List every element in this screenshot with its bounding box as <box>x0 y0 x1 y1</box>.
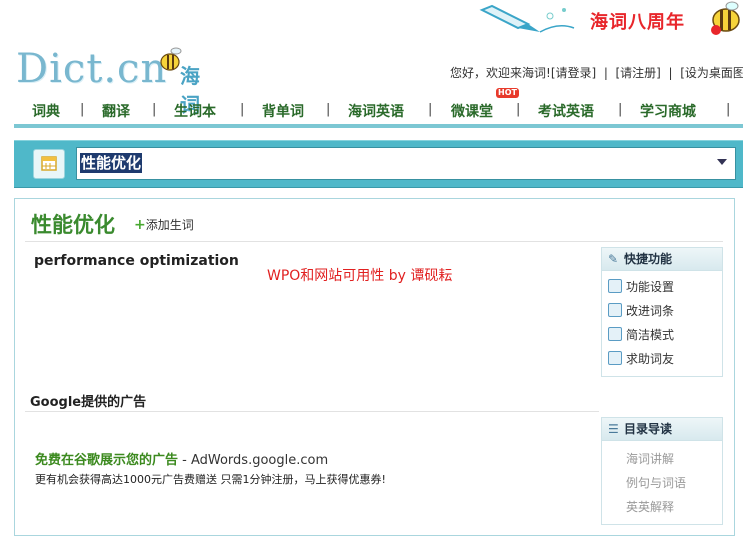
ad-description: 更有机会获得高达1000元广告费赠送 只需1分钟注册，马上获得优惠券! <box>35 473 386 486</box>
pen-illustration-icon <box>479 4 575 33</box>
divider <box>25 411 599 412</box>
quick-functions-header: ✎ 快捷功能 <box>602 248 722 271</box>
gear-icon <box>608 279 622 293</box>
logo-wordmark: Dict.cn <box>16 46 168 92</box>
search-query-text: 性能优化 <box>80 153 143 173</box>
divider <box>25 241 723 242</box>
nav-memorize[interactable]: 背单词 <box>262 101 304 121</box>
document-icon <box>608 327 622 341</box>
nav-wordbook[interactable]: 生词本 <box>174 101 216 121</box>
main-nav: 词典 | 翻译 | 生词本 | 背单词 | 海词英语 | 微课堂 HOT | 考… <box>14 88 743 124</box>
entry-headword: 性能优化 <box>31 213 115 237</box>
top-banner: 海词八周年 <box>0 0 743 40</box>
anniversary-banner[interactable]: 海词八周年 <box>590 8 685 34</box>
toc-item[interactable]: 例句与词语 <box>602 471 722 495</box>
quick-item-label: 功能设置 <box>626 280 675 294</box>
quick-item-label: 改进词条 <box>626 304 675 318</box>
bee-mascot-icon <box>711 1 740 35</box>
ad-headline: 免费在谷歌展示您的广告 <box>35 453 179 468</box>
nav-exam-english[interactable]: 考试英语 <box>538 101 594 121</box>
add-word-button[interactable]: +添加生词 <box>134 216 194 233</box>
ad-link[interactable]: 免费在谷歌展示您的广告 - AdWords.google.com <box>35 449 328 468</box>
toc-header: ☰ 目录导读 <box>602 418 722 441</box>
search-bar: 性能优化 <box>14 140 743 188</box>
set-desktop-link[interactable]: [设为桌面图 <box>680 66 743 80</box>
nav-translate[interactable]: 翻译 <box>102 101 130 121</box>
edit-icon <box>608 303 622 317</box>
nav-dictionary[interactable]: 词典 <box>32 101 60 121</box>
quick-item-ask-friends[interactable]: 求助词友 <box>602 347 722 371</box>
nav-divider <box>14 124 743 128</box>
quick-functions-panel: ✎ 快捷功能 功能设置 改进词条 简洁模式 求助词友 <box>601 247 723 377</box>
dropdown-arrow-icon[interactable] <box>717 159 727 165</box>
nav-separator: | <box>516 102 521 117</box>
search-input[interactable]: 性能优化 <box>76 147 736 180</box>
toc-title: 目录导读 <box>624 422 673 436</box>
nav-shop[interactable]: 学习商城 <box>640 101 696 121</box>
nav-separator: | <box>618 102 623 117</box>
quick-item-settings[interactable]: 功能设置 <box>602 275 722 299</box>
account-bar: 您好，欢迎来海词![请登录] | [请注册] | [设为桌面图 <box>450 66 743 80</box>
help-bubble-icon <box>608 351 622 365</box>
nav-separator: | <box>428 102 433 117</box>
toc-item[interactable]: 海词讲解 <box>602 447 722 471</box>
ad-url: - AdWords.google.com <box>178 453 329 468</box>
login-link[interactable]: [请登录] <box>551 66 596 80</box>
nav-english[interactable]: 海词英语 <box>348 101 404 121</box>
nav-separator: | <box>240 102 245 117</box>
quick-item-label: 简洁模式 <box>626 328 675 342</box>
pencil-icon: ✎ <box>608 252 619 266</box>
add-word-label: 添加生词 <box>145 218 194 232</box>
quick-item-simple-mode[interactable]: 简洁模式 <box>602 323 722 347</box>
toc-panel: ☰ 目录导读 海词讲解 例句与词语 英英解释 <box>601 417 723 525</box>
nav-separator: | <box>80 102 85 117</box>
watermark-text: WPO和网站可用性 by 谭砚耘 <box>267 268 453 284</box>
list-icon: ☰ <box>608 422 619 436</box>
quick-item-label: 求助词友 <box>626 352 675 366</box>
toc-item[interactable]: 英英解释 <box>602 495 722 519</box>
nav-separator: | <box>152 102 157 117</box>
hot-badge: HOT <box>496 88 519 98</box>
plus-icon: + <box>134 217 146 233</box>
quick-item-improve[interactable]: 改进词条 <box>602 299 722 323</box>
greeting-text: 您好，欢迎来海词! <box>450 66 551 80</box>
nav-separator: | <box>326 102 331 117</box>
calendar-icon[interactable] <box>33 149 65 179</box>
quick-functions-title: 快捷功能 <box>624 252 673 266</box>
entry-translation: performance optimization <box>34 253 239 269</box>
nav-separator: | <box>726 102 731 117</box>
ads-section-title: Google提供的广告 <box>30 395 147 410</box>
entry-panel: 性能优化 +添加生词 performance optimization WPO和… <box>14 198 735 536</box>
nav-micro-class[interactable]: 微课堂 <box>451 101 493 121</box>
register-link[interactable]: [请注册] <box>616 66 661 80</box>
